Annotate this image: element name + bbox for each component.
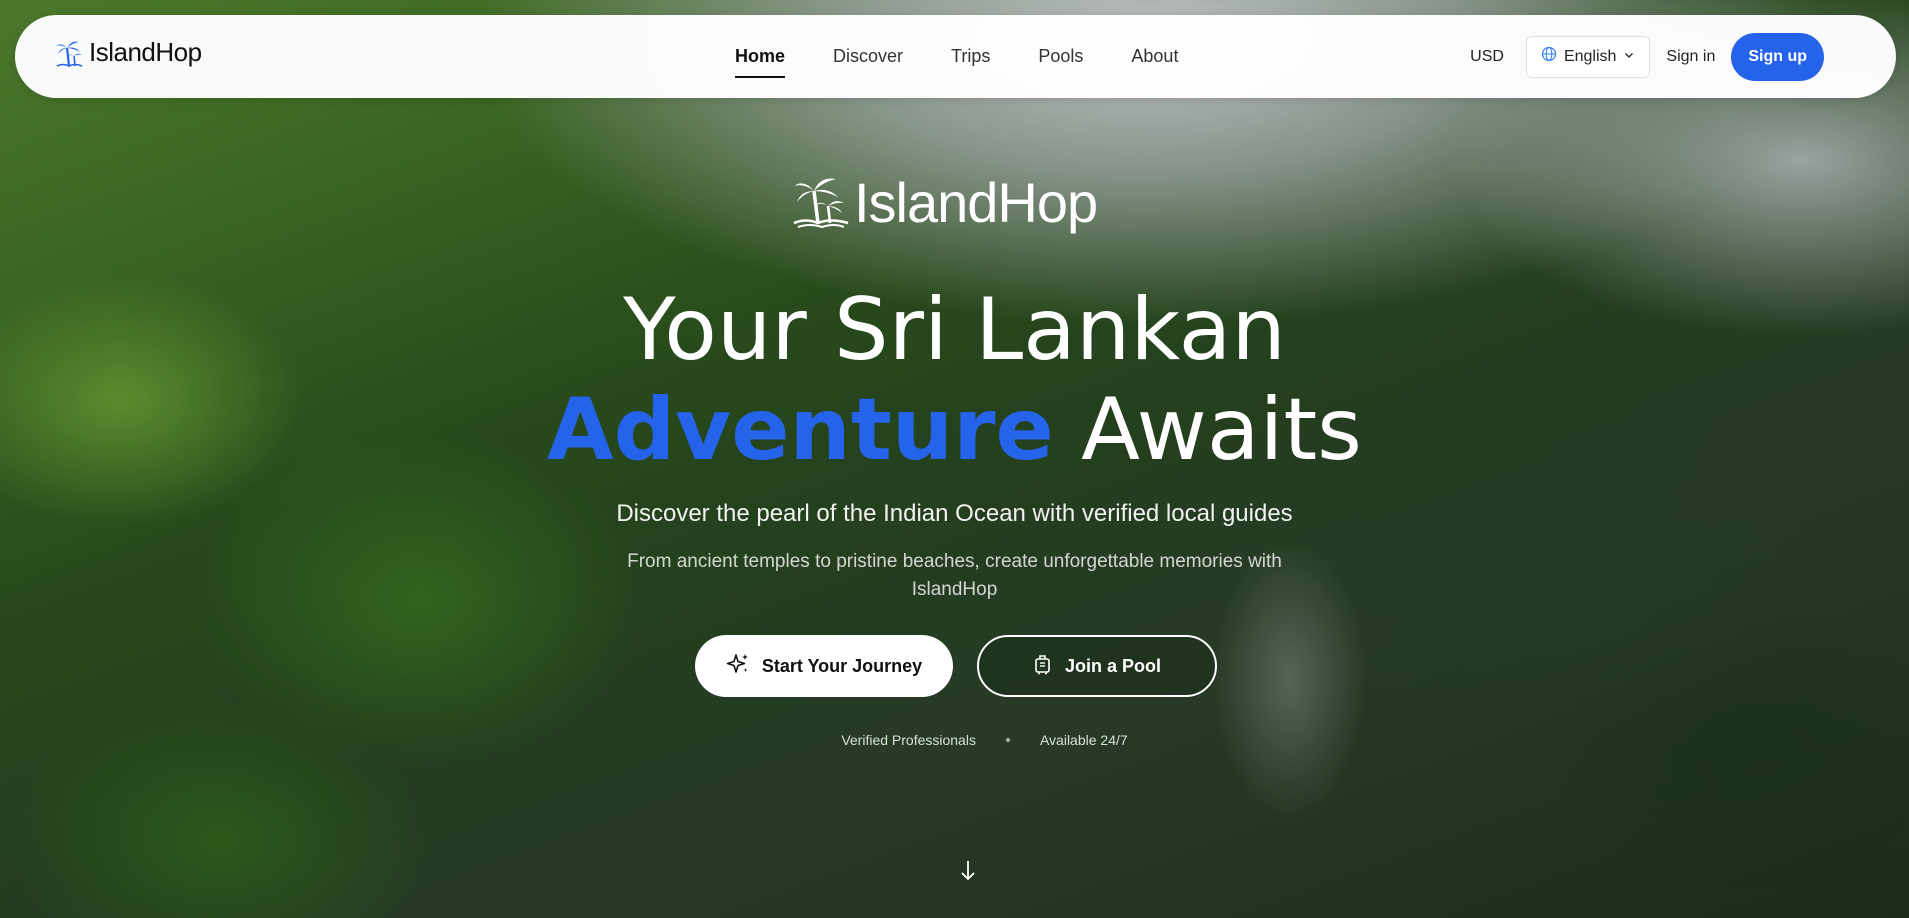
navbar-accent-tab <box>1856 30 1882 64</box>
sparkles-icon <box>726 652 750 681</box>
join-pool-label: Join a Pool <box>1064 655 1161 676</box>
nav-link-discover[interactable]: Discover <box>833 15 903 98</box>
hero-logo: IslandHop <box>792 170 1098 235</box>
start-journey-button[interactable]: Start Your Journey <box>695 635 953 697</box>
globe-icon <box>1541 46 1557 67</box>
feature-verified: Verified Professionals <box>841 732 976 748</box>
nav-link-about[interactable]: About <box>1131 15 1178 98</box>
signin-link[interactable]: Sign in <box>1666 48 1715 66</box>
nav-link-pools[interactable]: Pools <box>1038 15 1083 98</box>
hero-headline: Your Sri Lankan Adventure Awaits <box>0 280 1909 480</box>
main-nav: Home Discover Trips Pools About <box>735 15 1178 98</box>
arrow-down-icon[interactable] <box>958 858 978 884</box>
brand-logo-link[interactable]: IslandHop <box>55 37 202 68</box>
brand-name: IslandHop <box>89 37 202 67</box>
feature-separator <box>1005 738 1010 742</box>
headline-accent: Adventure <box>547 380 1054 480</box>
headline-rest: Awaits <box>1081 380 1362 480</box>
feature-availability: Available 24/7 <box>1039 732 1128 748</box>
chevron-down-icon <box>1623 48 1635 66</box>
language-selector[interactable]: English <box>1525 35 1651 78</box>
start-journey-label: Start Your Journey <box>761 655 923 676</box>
nav-link-home[interactable]: Home <box>735 15 786 98</box>
hero-logo-text: IslandHop <box>854 171 1098 234</box>
palm-tree-icon <box>792 173 850 233</box>
top-navbar: IslandHop Home Discover Trips Pools Abou… <box>15 15 1896 98</box>
luggage-icon <box>1033 653 1053 680</box>
headline-line-1: Your Sri Lankan <box>623 280 1286 380</box>
currency-selector[interactable]: USD <box>1470 48 1504 66</box>
language-label: English <box>1563 47 1617 65</box>
nav-actions: USD English Sign in Sign up <box>1470 15 1824 98</box>
nav-link-trips[interactable]: Trips <box>951 15 990 98</box>
signup-button[interactable]: Sign up <box>1731 32 1824 81</box>
join-pool-button[interactable]: Join a Pool <box>977 635 1217 697</box>
palm-tree-icon <box>55 38 83 68</box>
hero-subtitle: Discover the pearl of the Indian Ocean w… <box>616 500 1293 527</box>
hero-features: Verified Professionals Available 24/7 <box>0 732 1909 748</box>
hero-description: From ancient temples to pristine beaches… <box>627 551 1282 600</box>
